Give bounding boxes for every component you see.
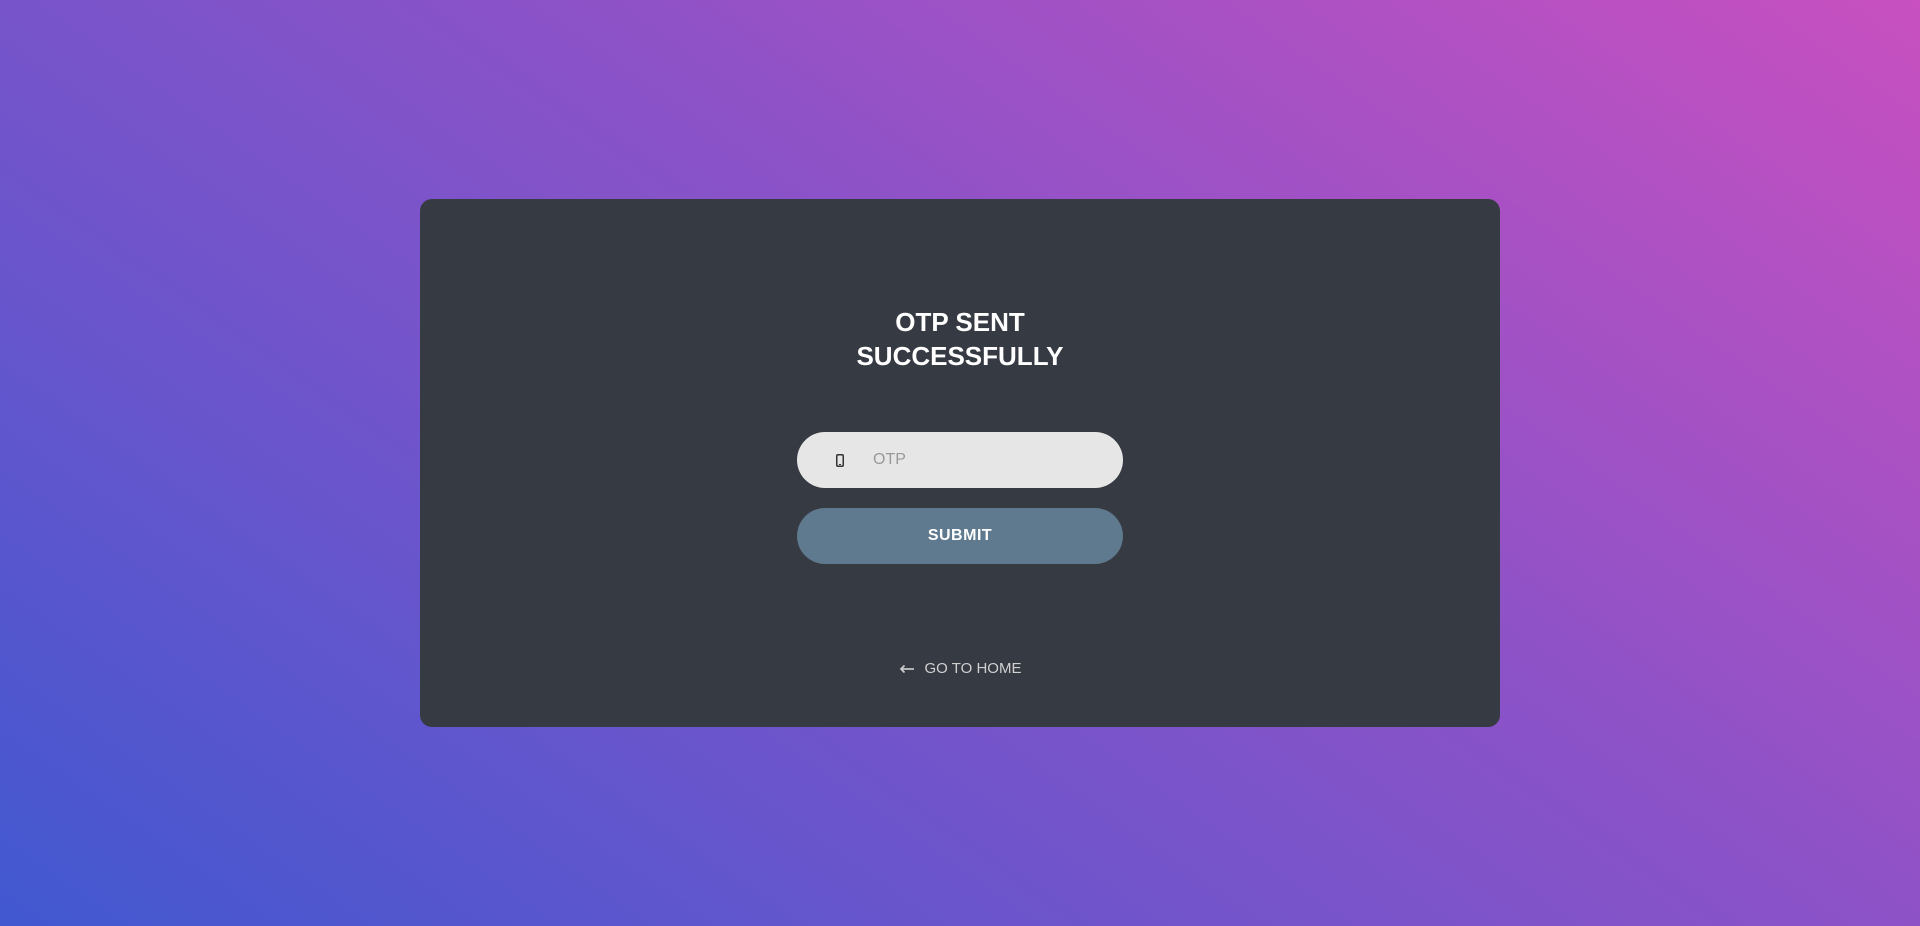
submit-button[interactable]: SUBMIT (797, 508, 1123, 564)
title-line-1: OTP SENT (895, 307, 1025, 337)
title-line-2: SUCCESSFULLY (856, 341, 1064, 371)
arrow-left-icon (899, 664, 915, 674)
otp-field[interactable] (797, 432, 1123, 488)
otp-input[interactable] (873, 432, 1103, 488)
go-to-home-label: GO TO HOME (924, 660, 1022, 677)
page-title: OTP SENT SUCCESSFULLY (420, 305, 1500, 373)
go-to-home-link[interactable]: GO TO HOME (420, 660, 1500, 677)
mobile-phone-icon (835, 453, 845, 468)
otp-card: OTP SENT SUCCESSFULLY SUBMIT GO TO HOME (420, 199, 1500, 727)
